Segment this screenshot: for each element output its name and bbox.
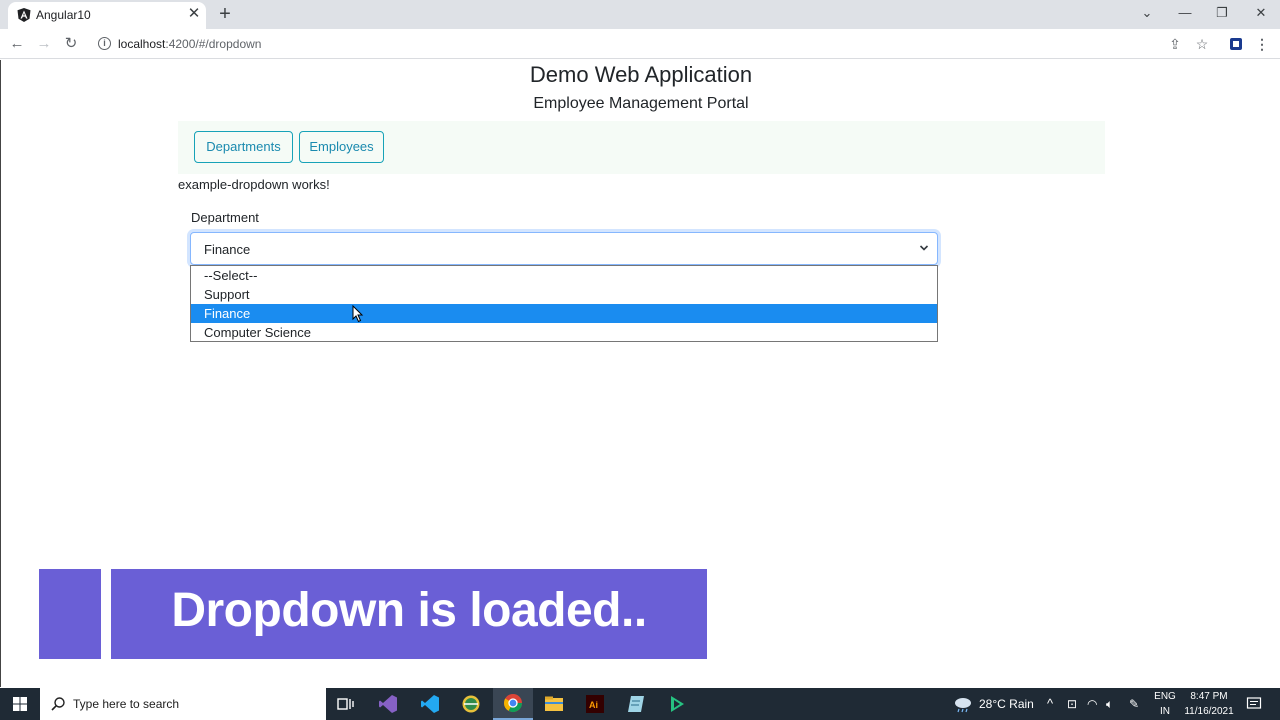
chevron-down-icon <box>919 245 929 251</box>
weather-text[interactable]: 28°C Rain <box>979 688 1034 720</box>
option-finance[interactable]: Finance <box>191 304 937 323</box>
url-path: :4200/#/dropdown <box>165 37 262 51</box>
page-title: Demo Web Application <box>529 62 753 87</box>
select-value: Finance <box>204 242 251 257</box>
language-region[interactable]: IN <box>1152 706 1178 717</box>
new-tab-button[interactable]: + <box>214 3 236 25</box>
weather-cloud-icon[interactable] <box>952 695 974 713</box>
page-subtitle: Employee Management Portal <box>533 95 749 112</box>
caption-banner: Dropdown is loaded.. <box>111 569 707 659</box>
close-window-icon[interactable]: ✕ <box>1248 2 1274 24</box>
task-view-icon[interactable] <box>326 688 366 720</box>
mouse-cursor-icon <box>352 305 364 323</box>
menu-kebab-icon[interactable]: ⋮ <box>1253 35 1271 53</box>
option-select[interactable]: --Select-- <box>191 266 937 285</box>
tab-search-icon[interactable]: ⌄ <box>1134 2 1160 24</box>
url-host: localhost <box>118 37 166 51</box>
meet-now-icon[interactable]: ⊡ <box>1067 688 1077 720</box>
component-status-text: example-dropdown works! <box>178 177 330 192</box>
department-label: Department <box>191 210 259 225</box>
clock-time[interactable]: 8:47 PM <box>1181 691 1237 702</box>
volume-icon[interactable]: 🔈︎ <box>1106 688 1113 720</box>
caption-text: Dropdown is loaded.. <box>171 584 647 637</box>
forward-icon[interactable]: → <box>33 33 55 55</box>
minimize-icon[interactable]: — <box>1172 2 1198 24</box>
sql-server-icon[interactable] <box>451 688 491 720</box>
site-info-icon[interactable]: i <box>98 37 111 50</box>
option-computer-science[interactable]: Computer Science <box>191 323 937 342</box>
employees-button[interactable]: Employees <box>299 131 384 163</box>
option-support[interactable]: Support <box>191 285 937 304</box>
wifi-icon[interactable]: ◠ <box>1087 688 1097 720</box>
windows-taskbar: Type here to search Ai 28°C Rain ^ ⊡ ◠ 🔈… <box>0 688 1280 720</box>
close-tab-icon[interactable]: ✕ <box>186 5 202 23</box>
app-navbar: Departments Employees <box>178 121 1105 174</box>
banner-accent-block <box>39 569 101 659</box>
share-icon[interactable]: ⇪ <box>1166 35 1184 53</box>
browser-toolbar: ← → ↻ i localhost:4200/#/dropdown ⇪ ☆ ⋮ <box>0 29 1280 59</box>
departments-button[interactable]: Departments <box>194 131 293 163</box>
reload-icon[interactable]: ↻ <box>60 33 82 55</box>
address-bar[interactable]: i localhost:4200/#/dropdown <box>90 30 1220 58</box>
visual-studio-icon[interactable] <box>368 688 408 720</box>
extension-icon[interactable] <box>1227 35 1245 53</box>
chrome-icon[interactable] <box>493 688 533 720</box>
department-dropdown-list: --Select-- Support Finance Computer Scie… <box>190 265 938 342</box>
restore-icon[interactable]: ❐ <box>1209 2 1235 24</box>
angular-icon <box>17 8 31 22</box>
illustrator-icon[interactable]: Ai <box>575 688 615 720</box>
tab-title: Angular10 <box>36 8 91 22</box>
search-placeholder: Type here to search <box>73 697 180 711</box>
windows-start-icon[interactable] <box>0 688 40 720</box>
svg-text:Ai: Ai <box>589 700 598 710</box>
notifications-icon[interactable] <box>1246 696 1262 712</box>
clock-date[interactable]: 11/16/2021 <box>1181 706 1237 717</box>
notes-app-icon[interactable] <box>616 688 656 720</box>
browser-titlebar: Angular10 ✕ + ⌄ — ❐ ✕ <box>0 0 1280 29</box>
back-icon[interactable]: ← <box>6 33 28 55</box>
search-icon <box>51 697 65 711</box>
department-select[interactable]: Finance <box>190 232 938 265</box>
bookmark-star-icon[interactable]: ☆ <box>1193 35 1211 53</box>
vscode-icon[interactable] <box>410 688 450 720</box>
dev-tool-icon[interactable] <box>657 688 697 720</box>
browser-tab[interactable]: Angular10 ✕ <box>8 2 206 29</box>
file-explorer-icon[interactable] <box>534 688 574 720</box>
language-indicator[interactable]: ENG <box>1152 691 1178 702</box>
pen-icon[interactable]: ✎ <box>1129 688 1139 720</box>
taskbar-search[interactable]: Type here to search <box>40 688 326 720</box>
url-text[interactable]: localhost:4200/#/dropdown <box>118 37 261 51</box>
chevron-up-icon[interactable]: ^ <box>1047 688 1053 720</box>
